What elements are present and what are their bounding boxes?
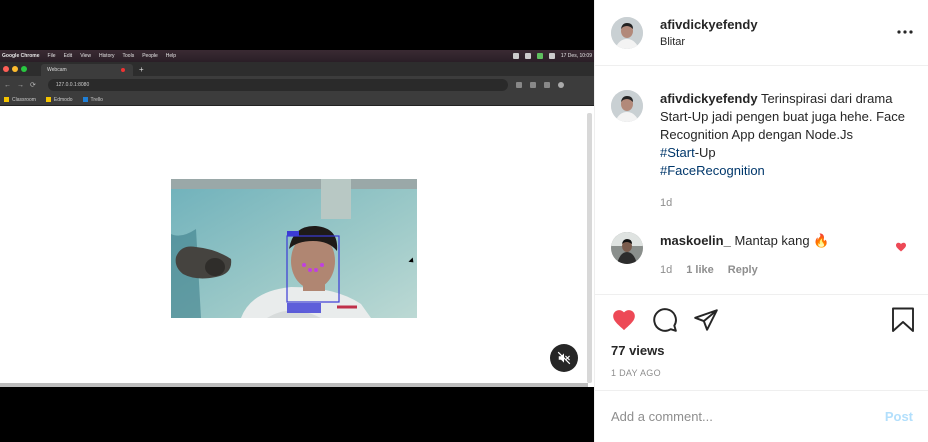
page-scrollbar: [587, 113, 592, 383]
browser-tabbar: Webcam +: [0, 62, 594, 76]
post-header: afivdickyefendy Blitar: [595, 0, 928, 66]
menubar-history: History: [98, 53, 115, 59]
hashtag-suffix: -Up: [694, 145, 716, 160]
camera-icon: [515, 82, 522, 88]
avatar-photo: [611, 232, 643, 264]
wifi-icon: [548, 53, 555, 59]
comment-time[interactable]: 1d: [660, 261, 672, 279]
heart-filled-icon: [613, 310, 635, 331]
caption-text-block: afivdickyefendy Terinspirasi dari drama …: [660, 90, 910, 180]
action-icons: [611, 307, 719, 333]
speaker-muted-icon: [557, 351, 571, 365]
address-url: 127.0.0.1:8080: [55, 82, 90, 88]
comment-likes[interactable]: 1 like: [686, 261, 714, 279]
commenter-avatar[interactable]: [611, 232, 643, 264]
menubar-view: View: [80, 53, 91, 59]
menubar-tools: Tools: [122, 53, 135, 59]
post-comment-button[interactable]: Post: [885, 409, 913, 424]
bookmark-label: Edmodo: [53, 96, 73, 103]
webcam-feed: [171, 179, 417, 318]
bookmark-label: Classroom: [12, 96, 36, 103]
reply-button[interactable]: Reply: [728, 261, 758, 279]
caption-body: afivdickyefendy Terinspirasi dari drama …: [660, 90, 910, 212]
browser-toolbar: ←→⟳ 127.0.0.1:8080: [0, 76, 594, 94]
menubar-edit: Edit: [63, 53, 73, 59]
bookmark-label: Trello: [90, 96, 103, 103]
menubar-file: File: [47, 53, 56, 59]
comments-section: afivdickyefendy Terinspirasi dari drama …: [595, 66, 928, 294]
bookmark-icon: [82, 97, 88, 102]
horizontal-scrollbar: [0, 383, 588, 387]
bookmark-item: Edmodo: [45, 96, 73, 103]
status-icon: [536, 53, 543, 59]
nav-arrows-icon: ←→⟳: [4, 82, 42, 89]
comment-input[interactable]: [611, 409, 885, 424]
comment-author[interactable]: maskoelin_: [660, 233, 731, 248]
mac-menubar: Google Chrome File Edit View History Too…: [0, 50, 594, 62]
hashtag-startup[interactable]: #Start: [660, 145, 695, 160]
caption-meta: 1d: [660, 194, 910, 212]
bookmark-item: Trello: [82, 96, 103, 103]
bookmark-icon: [45, 97, 51, 102]
star-icon: [529, 82, 536, 88]
window-minimize-icon: [12, 66, 18, 72]
address-bar: 127.0.0.1:8080: [47, 79, 508, 91]
bookmarks-bar: Classroom Edmodo Trello: [0, 94, 594, 106]
tab-title: Webcam: [47, 67, 67, 73]
comment-text: Mantap kang 🔥: [734, 233, 830, 248]
menubar-people: People: [142, 53, 158, 59]
status-icon: [524, 53, 531, 59]
bookmark-icon: [4, 97, 9, 102]
save-button[interactable]: [891, 307, 915, 338]
menubar-status: 17 Des, 10:09: [512, 53, 594, 59]
share-button[interactable]: [693, 307, 719, 333]
webpage: [0, 107, 594, 387]
post-actions: 77 views 1 DAY AGO: [595, 294, 928, 390]
window-maximize-icon: [21, 66, 27, 72]
menubar-app: Google Chrome: [2, 53, 40, 59]
post-media[interactable]: Google Chrome File Edit View History Too…: [0, 0, 594, 442]
bookmark-item: Classroom: [4, 97, 36, 103]
like-button[interactable]: [611, 307, 637, 333]
comment-text-block: maskoelin_ Mantap kang 🔥: [660, 232, 910, 250]
extension-icons: [515, 82, 564, 88]
views-count[interactable]: 77 views: [611, 343, 665, 358]
comment-bubble-icon: [653, 308, 677, 332]
header-text: afivdickyefendy Blitar: [660, 17, 758, 48]
avatar-photo: [611, 16, 643, 49]
comment-meta: 1d 1 like Reply: [660, 261, 910, 279]
comment-body: maskoelin_ Mantap kang 🔥 1d 1 like Reply: [660, 232, 910, 279]
menubar-clock: 17 Des, 10:09: [560, 53, 592, 59]
bookmark-save-icon: [892, 307, 914, 332]
paper-plane-icon: [694, 309, 718, 331]
comment-like-icon[interactable]: [895, 241, 907, 253]
window-close-icon: [3, 66, 9, 72]
more-options-icon[interactable]: [896, 25, 914, 39]
status-icon: [512, 53, 519, 59]
author-username[interactable]: afivdickyefendy: [660, 17, 758, 32]
menubar-help: Help: [165, 53, 177, 59]
recording-indicator-icon: [121, 68, 125, 72]
post-time-ago: 1 DAY AGO: [611, 368, 661, 378]
caption-author[interactable]: afivdickyefendy: [660, 91, 758, 106]
add-comment-bar: Post: [595, 390, 928, 442]
post-side-panel: afivdickyefendy Blitar afivdickyefendy T…: [594, 0, 928, 442]
post-location[interactable]: Blitar: [660, 36, 758, 48]
new-tab-icon: +: [139, 64, 144, 74]
screen-recording: Google Chrome File Edit View History Too…: [0, 50, 594, 387]
extension-icon: [543, 82, 550, 88]
caption-avatar[interactable]: [611, 90, 643, 122]
comment-row: maskoelin_ Mantap kang 🔥 1d 1 like Reply: [611, 232, 910, 279]
webcam-frame: [171, 179, 417, 318]
caption-row: afivdickyefendy Terinspirasi dari drama …: [611, 90, 910, 212]
profile-icon: [557, 82, 564, 88]
mute-button[interactable]: [550, 344, 578, 372]
avatar-photo: [611, 90, 643, 122]
author-avatar[interactable]: [611, 16, 643, 49]
browser-tab: Webcam: [41, 64, 133, 76]
hashtag-facerecognition[interactable]: #FaceRecognition: [660, 163, 765, 178]
comment-button[interactable]: [652, 307, 678, 333]
caption-time[interactable]: 1d: [660, 194, 672, 212]
